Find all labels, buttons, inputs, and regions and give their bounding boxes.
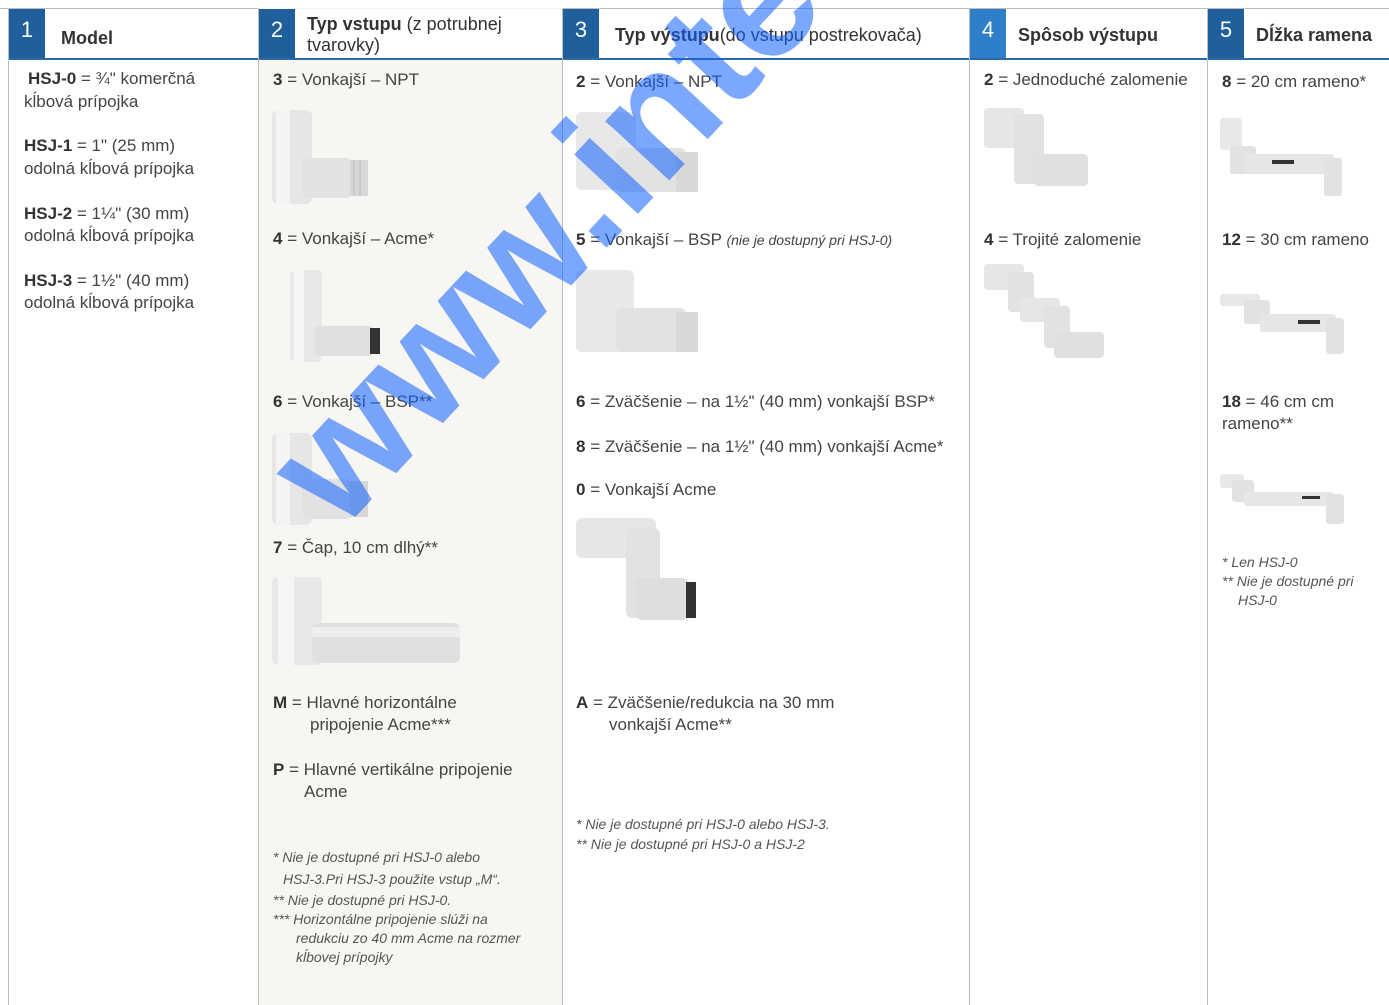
style-option: 4 = Trojité zalomenie (984, 230, 1142, 249)
fitting-elbow-image (576, 112, 698, 192)
inlet-option: P = Hlavné vertikálne pripojenie (273, 760, 513, 779)
footnote: ** Nie je dostupné pri HSJ-0 a HSJ-2 (576, 836, 805, 852)
footnote: redukciu zo 40 mm Acme na rozmer (296, 930, 521, 946)
outlet-option: 8 = Zväčšenie – na 1½" (40 mm) vonkajší … (576, 437, 944, 456)
model-item: HSJ-1 = 1" (25 mm) (24, 136, 176, 155)
model-item: HSJ-2 = 1¼" (30 mm) (24, 204, 190, 223)
header-title: Dĺžka ramena (1256, 25, 1373, 45)
fitting-elbow-image (576, 270, 698, 352)
header-title: Typ vstupu (z potrubnej tvarovky) (307, 14, 502, 55)
model-item-desc: kĺbová prípojka (24, 92, 139, 111)
footnote: HSJ-3.Pri HSJ-3 použite vstup „M“. (283, 871, 501, 887)
model-item-desc: odolná kĺbová prípojka (24, 293, 195, 312)
footnote: * Nie je dostupné pri HSJ-0 alebo (273, 849, 481, 865)
arm-option: 12 = 30 cm rameno (1222, 230, 1369, 249)
outlet-option: 2 = Vonkajší – NPT (576, 72, 723, 91)
fitting-nipple-image (272, 577, 460, 665)
arm-option: 18 = 46 cm cm (1222, 392, 1334, 411)
model-item-desc: odolná kĺbová prípojka (24, 226, 195, 245)
inlet-option: 4 = Vonkajší – Acme* (273, 229, 435, 248)
inlet-option-desc: pripojenie Acme*** (310, 715, 451, 734)
inlet-option: 6 = Vonkajší – BSP** (273, 392, 433, 411)
fitting-offset-image (576, 518, 696, 620)
step-number-badge: 4 (970, 9, 1006, 58)
inlet-option: 3 = Vonkajší – NPT (273, 70, 420, 89)
arm-image (1220, 118, 1342, 196)
footnote: * Len HSJ-0 (1222, 554, 1298, 570)
model-item-desc: odolná kĺbová prípojka (24, 159, 195, 178)
header-outlet-style: 4 Spôsob výstupu (970, 9, 1207, 60)
arm-option: 8 = 20 cm rameno* (1222, 72, 1367, 91)
header-outlet-type: 3 Typ výstupu (do vstupu postrekovača) (563, 9, 969, 60)
step-number-badge: 3 (563, 9, 599, 58)
outlet-option: 5 = Vonkajší – BSP (nie je dostupný pri … (576, 230, 893, 249)
outlet-option: A = Zväčšenie/redukcia na 30 mm (576, 693, 835, 712)
model-item: HSJ-0 = ¾" komerčná (28, 69, 196, 88)
footnote: * Nie je dostupné pri HSJ-0 alebo HSJ-3. (576, 816, 830, 832)
step-number-badge: 1 (9, 9, 45, 58)
header-title: Model (61, 28, 113, 48)
footnote: HSJ-0 (1238, 592, 1277, 608)
single-bend-image (984, 108, 1088, 186)
outlet-option: 0 = Vonkajší Acme (576, 480, 717, 499)
footnote: ** Nie je dostupné pri HSJ-0. (273, 892, 452, 908)
arm-image (1220, 474, 1344, 524)
footnote: *** Horizontálne pripojenie slúži na (273, 911, 488, 927)
triple-bend-image (984, 264, 1104, 358)
inlet-option: 7 = Čap, 10 cm dlhý** (273, 538, 438, 557)
inlet-option: M = Hlavné horizontálne (273, 693, 457, 712)
inlet-option-desc: Acme (304, 782, 348, 801)
fitting-elbow-image (272, 433, 368, 525)
footnote: ** Nie je dostupné pri (1222, 573, 1354, 589)
style-option: 2 = Jednoduché zalomenie (984, 70, 1188, 89)
footnote: kĺbovej prípojky (296, 949, 393, 965)
step-number-badge: 5 (1208, 9, 1244, 58)
outlet-option: 6 = Zväčšenie – na 1½" (40 mm) vonkajší … (576, 392, 935, 411)
header-arm-length: 5 Dĺžka ramena (1208, 9, 1389, 60)
arm-option-desc: rameno** (1222, 414, 1293, 433)
outlet-option-desc: vonkajší Acme** (609, 715, 732, 734)
fitting-elbow-image (272, 110, 368, 204)
fitting-elbow-image (290, 270, 380, 362)
model-item: HSJ-3 = 1½" (40 mm) (24, 271, 190, 290)
arm-image (1220, 294, 1344, 354)
step-number-badge: 2 (259, 9, 295, 58)
header-title: Typ výstupu (do vstupu postrekovača) (615, 25, 922, 45)
header-title: Spôsob výstupu (1018, 25, 1159, 45)
header-inlet-type: 2 Typ vstupu (z potrubnej tvarovky) (259, 9, 562, 60)
header-model: 1 Model (9, 9, 258, 60)
